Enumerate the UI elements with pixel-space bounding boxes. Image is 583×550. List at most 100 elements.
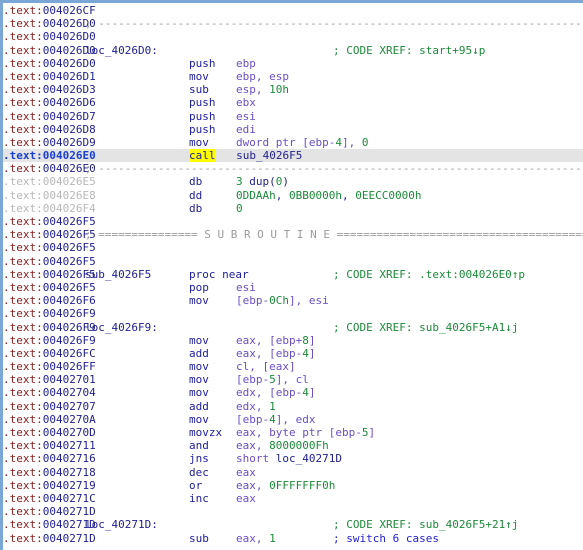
instruction-mnemonic[interactable]: add — [189, 400, 236, 413]
disasm-line[interactable]: .text:004026D9 mov dword ptr [ebp-4], 0 — [3, 136, 583, 149]
code-label[interactable]: loc_4026D0: — [85, 44, 189, 57]
disasm-line[interactable]: .text:004026F6 mov [ebp-0Ch], esi — [3, 294, 583, 307]
disasm-line[interactable]: .text:004026F5 — [3, 215, 583, 228]
disasm-line[interactable]: .text:004026F9 — [3, 307, 583, 320]
instruction-operands[interactable]: [ebp-4], edx — [236, 413, 316, 426]
disassembly-window[interactable]: .text:004026CF .text:004026D0; ----------… — [0, 0, 583, 550]
instruction-mnemonic[interactable]: add — [189, 347, 236, 360]
disasm-line[interactable]: .text:004026CF — [3, 4, 583, 17]
instruction-mnemonic[interactable]: or — [189, 479, 236, 492]
disasm-line[interactable]: .text:004026FC add eax, [ebp-4] — [3, 347, 583, 360]
disasm-line[interactable]: .text:004026D1 mov ebp, esp — [3, 70, 583, 83]
disasm-line[interactable]: .text:004026F5 — [3, 255, 583, 268]
instruction-operands[interactable]: edi — [236, 123, 256, 136]
instruction-operands[interactable]: eax — [236, 466, 256, 479]
instruction-operands[interactable]: ebx — [236, 96, 256, 109]
instruction-operands[interactable]: eax, 0FFFFFFF0h — [236, 479, 335, 492]
instruction-mnemonic[interactable]: push — [189, 110, 236, 123]
disasm-line[interactable]: .text:00402719 or eax, 0FFFFFFF0h — [3, 479, 583, 492]
instruction-operands[interactable]: edx, [ebp-4] — [236, 386, 315, 399]
disasm-line[interactable]: .text:004026F5sub_4026F5 proc near ; CODE … — [3, 268, 583, 281]
disasm-line[interactable]: .text:004026D0 push ebp — [3, 57, 583, 70]
disasm-line[interactable]: .text:004026D0 — [3, 30, 583, 43]
disasm-line[interactable]: .text:004026D8 push edi — [3, 123, 583, 136]
disasm-line[interactable]: .text:00402716 jns short loc_40271D — [3, 452, 583, 465]
disasm-line[interactable]: .text:004026D0loc_4026D0: ; CODE XREF: st… — [3, 44, 583, 57]
instruction-operands[interactable]: esi — [236, 281, 256, 294]
instruction-operands[interactable]: ebp, esp — [236, 70, 289, 83]
instruction-operands[interactable]: eax, byte ptr [ebp-5] — [236, 426, 375, 439]
instruction-operands[interactable]: eax, 8000000Fh — [236, 439, 329, 452]
disasm-line[interactable]: .text:0040271D sub eax, 1 ; switch 6 cases — [3, 532, 583, 545]
instruction-operands[interactable]: [ebp-0Ch], esi — [236, 294, 329, 307]
disasm-line[interactable]: .text:00402707 add edx, 1 — [3, 400, 583, 413]
disasm-line[interactable]: .text:004026E0 call sub_4026F5 — [3, 149, 583, 163]
instruction-operands[interactable]: cl, [eax] — [236, 360, 296, 373]
line-address: .text:00402719 — [3, 478, 96, 492]
disasm-line[interactable]: .text:004026FF mov cl, [eax] — [3, 360, 583, 373]
instruction-operands[interactable]: eax, 1 — [236, 532, 276, 545]
instruction-mnemonic[interactable]: mov — [189, 386, 236, 399]
instruction-operands[interactable]: short loc_40271D — [236, 452, 342, 465]
disasm-line[interactable]: .text:00402718 dec eax — [3, 466, 583, 479]
instruction-operands[interactable]: eax, [ebp-4] — [236, 347, 315, 360]
disasm-line[interactable]: .text:00402701 mov [ebp-5], cl — [3, 373, 583, 386]
disasm-line[interactable]: .text:004026D6 push ebx — [3, 96, 583, 109]
code-label[interactable]: loc_40271D: — [85, 518, 189, 531]
disasm-line[interactable]: .text:004026F4 db 0 — [3, 202, 583, 215]
line-address: .text:004026F5 — [3, 254, 96, 268]
disassembly-listing[interactable]: .text:004026CF .text:004026D0; ----------… — [3, 3, 583, 545]
disasm-line[interactable]: .text:004026F9 mov eax, [ebp+8] — [3, 334, 583, 347]
line-address: .text:004026F5 — [3, 228, 96, 242]
instruction-mnemonic[interactable]: push — [189, 123, 236, 136]
line-address: .text:00402704 — [3, 386, 96, 400]
instruction-mnemonic[interactable]: mov — [189, 373, 236, 386]
instruction-mnemonic[interactable]: push — [189, 57, 236, 70]
disasm-line[interactable]: .text:0040270D movzx eax, byte ptr [ebp-5] — [3, 426, 583, 439]
instruction-mnemonic[interactable]: sub — [189, 83, 236, 96]
instruction-mnemonic[interactable]: sub — [189, 532, 236, 545]
disasm-line[interactable]: .text:00402711 and eax, 8000000Fh — [3, 439, 583, 452]
disasm-line[interactable]: .text:0040271D — [3, 505, 583, 518]
instruction-operands[interactable]: sub_4026F5 — [236, 149, 302, 162]
disasm-line[interactable]: .text:004026F5; =============== S U B R … — [3, 228, 583, 241]
disasm-line[interactable]: .text:004026F5 — [3, 241, 583, 254]
disasm-line[interactable]: .text:004026F5 pop esi — [3, 281, 583, 294]
instruction-mnemonic[interactable]: mov — [189, 294, 236, 307]
disasm-line[interactable]: .text:00402704 mov edx, [ebp-4] — [3, 386, 583, 399]
instruction-operands[interactable]: eax — [236, 492, 256, 505]
disasm-line[interactable]: .text:004026E5 db 3 dup(0) — [3, 175, 583, 188]
instruction-mnemonic[interactable]: mov — [189, 360, 236, 373]
disasm-line[interactable]: .text:004026E8 dd 0DDAAh, 0BB0000h, 0EECC0… — [3, 189, 583, 202]
disasm-line[interactable]: .text:004026D7 push esi — [3, 110, 583, 123]
instruction-operands[interactable]: edx, 1 — [236, 400, 276, 413]
disasm-line[interactable]: .text:0040271Dloc_40271D: ; CODE XREF: su… — [3, 518, 583, 531]
instruction-mnemonic[interactable]: mov — [189, 413, 236, 426]
instruction-mnemonic[interactable]: inc — [189, 492, 236, 505]
instruction-mnemonic[interactable]: push — [189, 96, 236, 109]
instruction-operands[interactable]: [ebp-5], cl — [236, 373, 309, 386]
instruction-mnemonic[interactable]: dec — [189, 466, 236, 479]
instruction-mnemonic[interactable]: mov — [189, 334, 236, 347]
instruction-operands[interactable]: esi — [236, 110, 256, 123]
instruction-operands[interactable]: ebp — [236, 57, 256, 70]
instruction-mnemonic[interactable]: movzx — [189, 426, 236, 439]
instruction-mnemonic[interactable]: mov — [189, 70, 236, 83]
instruction-mnemonic[interactable]: pop — [189, 281, 236, 294]
disasm-line[interactable]: .text:0040271C inc eax — [3, 492, 583, 505]
disasm-line[interactable]: .text:004026E0; ------------------------… — [3, 162, 583, 175]
instruction-operands[interactable]: eax, [ebp+8] — [236, 334, 315, 347]
line-address: .text:004026FF — [3, 360, 96, 374]
instruction-mnemonic[interactable]: and — [189, 439, 236, 452]
disasm-line[interactable]: .text:0040270A mov [ebp-4], edx — [3, 413, 583, 426]
instruction-mnemonic[interactable]: call — [189, 149, 216, 163]
disasm-line[interactable]: .text:004026D3 sub esp, 10h — [3, 83, 583, 96]
disasm-line[interactable]: .text:004026D0; ------------------------… — [3, 17, 583, 30]
instruction-mnemonic[interactable]: jns — [189, 452, 236, 465]
disasm-line[interactable]: .text:004026F9loc_4026F9: ; CODE XREF: su… — [3, 321, 583, 334]
instruction-operands[interactable]: esp, 10h — [236, 83, 289, 96]
instruction-operands[interactable]: dword ptr [ebp-4], 0 — [236, 136, 368, 149]
instruction-mnemonic[interactable]: mov — [189, 136, 236, 149]
proc-name[interactable]: sub_4026F5 — [85, 268, 189, 281]
code-label[interactable]: loc_4026F9: — [85, 321, 189, 334]
